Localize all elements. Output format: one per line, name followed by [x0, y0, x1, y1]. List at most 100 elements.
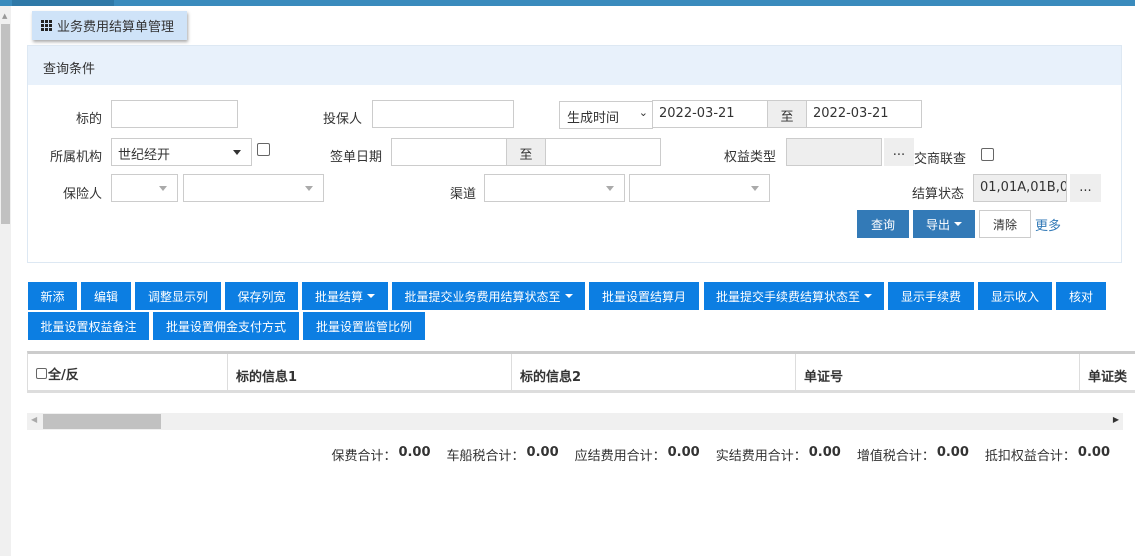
toolbar-button-label: 保存列宽	[237, 289, 286, 304]
column-header[interactable]: 单证号	[796, 354, 1080, 393]
sign-from-input[interactable]	[391, 138, 507, 166]
toolbar-button-label: 核对	[1068, 289, 1093, 304]
toolbar-button-label: 批量设置佣金支付方式	[165, 319, 286, 334]
toolbar-button[interactable]: 编辑	[81, 282, 131, 310]
more-link[interactable]: 更多	[1035, 215, 1061, 234]
scrollbar-thumb[interactable]	[43, 414, 161, 429]
grid-icon	[41, 20, 52, 31]
tab-fee-settlement[interactable]: 业务费用结算单管理	[32, 11, 187, 40]
table-header: 全/反 标的信息1 标的信息2 单证号 单证类	[27, 351, 1135, 393]
policyholder-input[interactable]	[372, 100, 514, 128]
total-label: 应结费用合计：	[574, 449, 666, 464]
sign-to-input[interactable]	[545, 138, 661, 166]
subject-label: 标的	[75, 112, 102, 127]
toolbar-button[interactable]: 批量设置佣金支付方式	[153, 312, 299, 340]
time-type-value: 生成时间	[567, 111, 620, 126]
top-bar	[0, 0, 1135, 6]
toolbar-button[interactable]: 核对	[1056, 282, 1106, 310]
caret-down-icon	[367, 294, 375, 298]
toolbar-button-label: 批量设置权益备注	[40, 319, 137, 334]
toolbar-button[interactable]: 批量结算	[302, 282, 388, 310]
toolbar-button[interactable]: 显示手续费	[888, 282, 974, 310]
total-value: 0.00	[526, 445, 559, 460]
rights-type-input	[786, 138, 882, 166]
status-input: 01,01A,01B,02	[973, 174, 1067, 202]
rights-type-picker-button[interactable]: ...	[884, 138, 914, 166]
total-value: 0.00	[1077, 445, 1110, 460]
toolbar-button-label: 批量设置结算月	[601, 289, 686, 304]
org-value: 世纪经开	[118, 148, 171, 163]
toolbar-button[interactable]: 批量设置权益备注	[28, 312, 149, 340]
insurer-select-1[interactable]	[111, 174, 178, 202]
subject-input[interactable]	[111, 100, 238, 128]
toolbar-button-label: 批量提交业务费用结算状态至	[404, 289, 561, 304]
toolbar-button[interactable]: 批量设置结算月	[589, 282, 699, 310]
org-include-checkbox[interactable]	[257, 143, 270, 156]
time-type-select[interactable]: 生成时间 ⌄	[559, 101, 653, 129]
column-header[interactable]: 单证类	[1080, 354, 1135, 393]
toolbar-button-label: 批量结算	[314, 289, 363, 304]
toolbar-button[interactable]: 显示收入	[978, 282, 1052, 310]
insurer-label: 保险人	[62, 187, 102, 202]
toolbar-button-label: 调整显示列	[147, 289, 208, 304]
caret-down-icon	[751, 186, 759, 191]
panel-title: 查询条件	[28, 46, 1121, 85]
toolbar-button[interactable]: 批量提交业务费用结算状态至	[392, 282, 585, 310]
status-label: 结算状态	[911, 187, 964, 202]
tab-title: 业务费用结算单管理	[57, 20, 175, 35]
joint-query-label: 交商联查	[914, 152, 967, 167]
query-button[interactable]: 查询	[857, 210, 909, 238]
channel-select-1[interactable]	[484, 174, 625, 202]
total-label: 车船税合计：	[446, 449, 525, 464]
scroll-up-icon[interactable]: ▲	[2, 12, 7, 20]
caret-down-icon	[606, 186, 614, 191]
chevron-down-icon: ⌄	[638, 106, 648, 119]
date-from-input[interactable]: 2022-03-21	[652, 100, 768, 128]
table-horizontal-scrollbar[interactable]: ◀ ▶	[27, 413, 1123, 430]
org-select[interactable]: 世纪经开	[111, 138, 252, 166]
org-label: 所属机构	[49, 150, 102, 165]
channel-select-2[interactable]	[629, 174, 770, 202]
total-label: 实结费用合计：	[715, 449, 807, 464]
totals-bar: 保费合计： 0.00 车船税合计： 0.00 应结费用合计： 0.00 实结费用合计： 0.0…	[331, 445, 1110, 464]
scroll-right-icon[interactable]: ▶	[1113, 415, 1119, 424]
scroll-left-icon[interactable]: ◀	[31, 415, 37, 424]
insurer-select-2[interactable]	[183, 174, 324, 202]
date-to-input[interactable]: 2022-03-21	[806, 100, 922, 128]
toolbar-button-label: 新添	[40, 289, 65, 304]
scrollbar-thumb[interactable]	[1, 24, 10, 224]
policyholder-label: 投保人	[322, 112, 362, 127]
caret-down-icon	[305, 186, 313, 191]
page-scrollbar[interactable]: ▲	[0, 6, 11, 556]
toolbar-button[interactable]: 调整显示列	[135, 282, 221, 310]
joint-query-checkbox[interactable]	[981, 148, 994, 161]
caret-down-icon	[564, 294, 573, 298]
toolbar-button[interactable]: 批量设置监管比例	[303, 312, 425, 340]
toolbar-button-label: 批量提交手续费结算状态至	[715, 289, 860, 304]
column-header[interactable]: 标的信息2	[512, 354, 796, 393]
export-button[interactable]: 导出	[913, 210, 975, 238]
caret-down-icon	[159, 186, 167, 191]
clear-button[interactable]: 清除	[979, 210, 1031, 238]
total-label: 抵扣权益合计：	[984, 449, 1076, 464]
toolbar-button[interactable]: 保存列宽	[225, 282, 298, 310]
column-header[interactable]: 标的信息1	[228, 354, 512, 393]
select-all-checkbox[interactable]	[36, 368, 47, 379]
total-value: 0.00	[808, 445, 841, 460]
caret-down-icon	[954, 222, 962, 226]
toolbar-button-label: 显示收入	[990, 289, 1039, 304]
column-header: 全/反	[48, 368, 79, 383]
toolbar-button[interactable]: 批量提交手续费结算状态至	[704, 282, 884, 310]
total-value: 0.00	[936, 445, 969, 460]
export-label: 导出	[925, 217, 950, 232]
channel-label: 渠道	[449, 187, 476, 202]
toolbar-button-label: 编辑	[93, 289, 118, 304]
toolbar-button-label: 显示手续费	[900, 289, 961, 304]
select-all-header[interactable]: 全/反	[28, 354, 228, 393]
toolbar-button[interactable]: 新添	[28, 282, 77, 310]
status-picker-button[interactable]: ...	[1070, 174, 1101, 202]
total-value: 0.00	[398, 445, 431, 460]
sign-to-separator: 至	[506, 138, 546, 166]
caret-down-icon	[233, 150, 241, 155]
caret-down-icon	[864, 294, 872, 298]
